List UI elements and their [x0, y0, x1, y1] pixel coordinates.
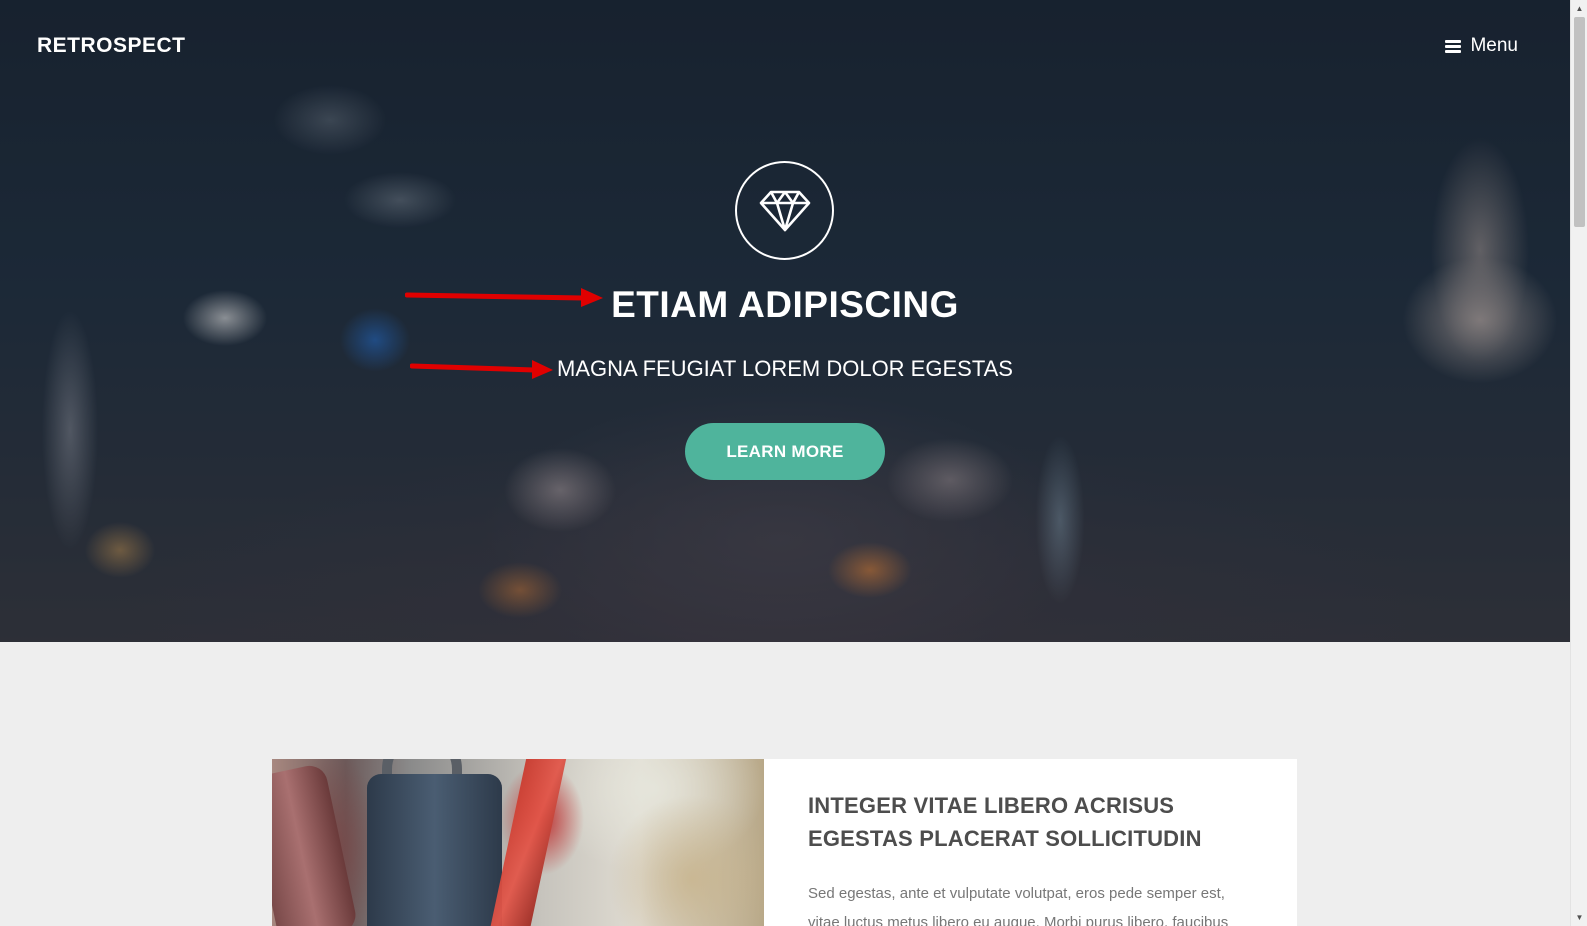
brand-logo-link[interactable]: RETROSPECT [37, 34, 186, 58]
hero-banner: RETROSPECT Menu ETIAM ADIPISCING MAGNA F… [0, 0, 1570, 642]
learn-more-button[interactable]: LEARN MORE [685, 423, 885, 480]
hero-title: ETIAM ADIPISCING [611, 284, 959, 325]
feature-card: INTEGER VITAE LIBERO ACRISUS EGESTAS PLA… [272, 759, 1297, 926]
feature-image [272, 759, 764, 926]
feature-body: Sed egestas, ante et vulputate volutpat,… [808, 885, 1229, 926]
scrollbar-thumb[interactable] [1574, 17, 1585, 227]
scroll-down-arrow-icon[interactable]: ▼ [1571, 909, 1587, 926]
scroll-up-arrow-icon[interactable]: ▲ [1571, 0, 1587, 17]
hamburger-icon [1445, 39, 1462, 53]
diamond-icon [735, 161, 834, 260]
menu-label: Menu [1470, 35, 1518, 56]
menu-button[interactable]: Menu [1445, 35, 1518, 57]
hero-subtitle: MAGNA FEUGIAT LOREM DOLOR EGESTAS [557, 356, 1013, 381]
page: RETROSPECT Menu ETIAM ADIPISCING MAGNA F… [0, 0, 1587, 926]
feature-text: INTEGER VITAE LIBERO ACRISUS EGESTAS PLA… [764, 759, 1297, 926]
feature-title: INTEGER VITAE LIBERO ACRISUS EGESTAS PLA… [808, 793, 1202, 851]
vertical-scrollbar[interactable]: ▲ ▼ [1570, 0, 1587, 926]
